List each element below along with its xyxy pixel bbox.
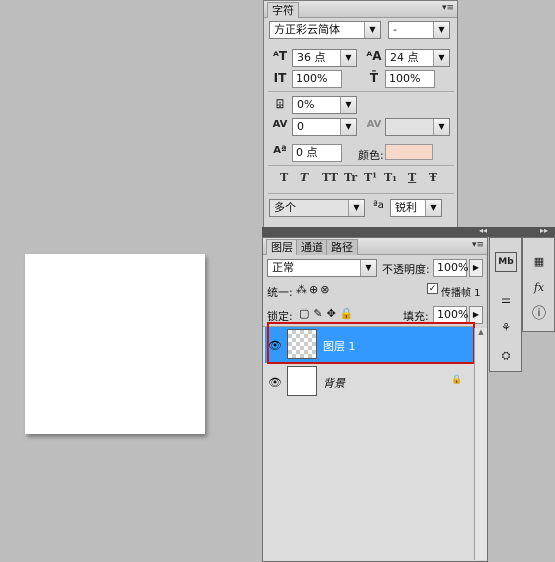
tab-paths[interactable]: 路径 [326,239,358,255]
collapse-icon[interactable]: ◂◂ [479,226,487,235]
font-style-select[interactable]: - ▼ [388,21,450,39]
subscript-button[interactable]: T₁ [384,171,397,184]
character-panel: 字符 ▾≡ 方正彩云简体 ▼ - ▼ ᴬT 36 点 ▼ ᴬA 24 点 ▼ I… [263,0,458,228]
layer-list-scrollbar[interactable]: ▲ [474,328,487,560]
divider [268,193,454,194]
horizontal-scale-icon: T̄ [369,71,379,85]
tracking-ratio-select[interactable]: 0% ▼ [292,96,357,114]
chevron-down-icon: ▼ [425,200,441,216]
superscript-button[interactable]: T¹ [364,171,377,184]
tab-channels[interactable]: 通道 [296,239,328,255]
opacity-slider-button[interactable]: ▶ [469,259,483,277]
strikethrough-button[interactable]: Ŧ [429,171,437,184]
layer-row-background[interactable]: 👁 背景 🔒 [265,364,473,400]
layer-thumbnail [287,366,317,396]
faux-italic-button[interactable]: T [300,171,308,184]
panel-tabbar: 字符 ▾≡ [264,1,457,18]
chevron-down-icon: ▼ [433,22,449,38]
scroll-up-icon[interactable]: ▲ [475,328,487,336]
mini-bridge-icon[interactable]: Mb [495,252,517,272]
language-select[interactable]: 多个 ▼ [269,199,365,217]
font-family-select[interactable]: 方正彩云简体 ▼ [269,21,381,39]
kerning-value: 0 [297,120,304,133]
opacity-label: 不透明度: [382,263,430,276]
swatches-icon[interactable]: ▦ [528,252,550,272]
text-color-swatch[interactable] [385,144,433,160]
panel-menu-icon[interactable]: ▾≡ [472,240,484,250]
font-size-select[interactable]: 36 点 ▼ [292,49,357,67]
font-size-value: 36 点 [297,51,326,64]
icon-strip-right: ▦ fx ⓘ [522,237,555,332]
tool-presets-icon[interactable]: ⛭ [495,346,517,366]
highlight-annotation [267,322,475,364]
tsume-icon: ⌹ [276,97,284,111]
document-canvas[interactable] [25,254,205,434]
icon-strip-left: Mb ⚌ ⚘ ⛭ [489,237,522,372]
dock-header [262,227,555,237]
divider [268,165,454,166]
tracking-select[interactable]: ▼ [385,118,450,136]
panel-menu-icon[interactable]: ▾≡ [442,3,454,13]
vertical-scale-icon: IT [273,71,287,85]
vertical-scale-field[interactable]: 100% [292,70,342,88]
blend-mode-select[interactable]: 正常 ▼ [267,259,377,277]
chevron-down-icon: ▼ [433,119,449,135]
language-value: 多个 [274,201,296,214]
clone-source-icon[interactable]: ⚘ [495,318,517,338]
chevron-down-icon: ▼ [348,200,364,216]
panel-tabbar: 图层 通道 路径 ▾≡ [263,238,487,255]
brush-presets-icon[interactable]: ⚌ [495,290,517,310]
leading-select[interactable]: 24 点 ▼ [385,49,450,67]
baseline-shift-field[interactable]: 0 点 [292,144,342,162]
lock-icon: 🔒 [451,375,463,385]
leading-value: 24 点 [390,51,419,64]
antialias-select[interactable]: 锐利 ▼ [390,199,442,217]
leading-icon: ᴬA [366,49,382,63]
font-family-value: 方正彩云简体 [274,23,340,36]
antialias-icon: ªa [373,200,384,211]
small-caps-button[interactable]: Tr [344,171,357,184]
tab-character[interactable]: 字符 [267,2,299,18]
antialias-value: 锐利 [395,201,417,214]
kerning-icon: AV [272,119,288,130]
font-style-value: - [393,23,397,36]
expand-icon[interactable]: ▸▸ [540,226,548,235]
color-label: 颜色: [358,149,384,162]
font-size-icon: ᴬT [272,49,288,63]
faux-bold-button[interactable]: T [280,171,288,184]
layer-name[interactable]: 背景 [323,375,345,391]
tab-layers[interactable]: 图层 [266,239,298,255]
styles-icon[interactable]: fx [528,278,550,298]
chevron-down-icon: ▼ [340,50,356,66]
kerning-select[interactable]: 0 ▼ [292,118,357,136]
propagate-label: 传播帧 1 [441,288,481,299]
chevron-down-icon: ▼ [360,260,376,276]
horizontal-scale-field[interactable]: 100% [385,70,435,88]
chevron-down-icon: ▼ [340,97,356,113]
chevron-down-icon: ▼ [340,119,356,135]
all-caps-button[interactable]: TT [322,171,338,184]
tracking-icon: AV [366,119,382,130]
lock-icons[interactable]: ▢✎✥🔒 [299,307,358,320]
baseline-shift-icon: Aª [273,145,287,156]
layers-panel: 图层 通道 路径 ▾≡ 正常 ▼ 不透明度: 100% ▶ 统一: ⁂⊕⊗ ✓ … [262,237,488,562]
info-icon[interactable]: ⓘ [528,304,550,324]
chevron-down-icon: ▼ [364,22,380,38]
unify-icons[interactable]: ⁂⊕⊗ [296,283,331,296]
tracking-ratio-value: 0% [297,98,315,111]
eye-icon[interactable]: 👁 [267,376,283,389]
blend-mode-value: 正常 [272,261,294,274]
chevron-down-icon: ▼ [433,50,449,66]
underline-button[interactable]: T [408,171,416,184]
propagate-checkbox[interactable]: ✓ [427,283,438,294]
divider [268,91,454,92]
unify-label: 统一: [267,286,293,299]
opacity-field[interactable]: 100% [433,259,468,277]
